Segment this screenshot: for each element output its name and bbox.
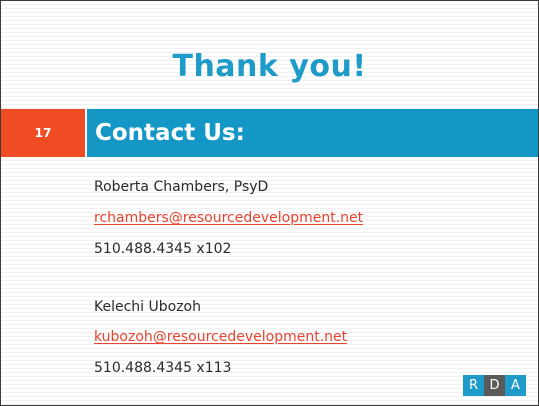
slide-title: Thank you! — [172, 49, 367, 84]
section-header-bar: Contact Us: — [87, 109, 538, 157]
logo-letter-d: D — [484, 375, 505, 396]
logo-letter-a: A — [505, 375, 526, 396]
contact-name-2: Kelechi Ubozoh — [94, 299, 201, 315]
section-header: Contact Us: — [95, 120, 245, 146]
contact-email-link-2[interactable]: kubozoh@resourcedevelopment.net — [94, 329, 347, 345]
slide-number-box: 17 — [1, 109, 85, 157]
contact-phone-1: 510.488.4345 x102 — [94, 241, 232, 257]
contact-email-link-1[interactable]: rchambers@resourcedevelopment.net — [94, 210, 363, 226]
logo-letter-r: R — [463, 375, 484, 396]
contact-phone-2: 510.488.4345 x113 — [94, 360, 232, 376]
slide: Thank you! 17 Contact Us: Roberta Chambe… — [0, 0, 539, 406]
contact-name-1: Roberta Chambers, PsyD — [94, 179, 269, 195]
slide-number: 17 — [34, 126, 52, 140]
rda-logo: R D A — [463, 375, 526, 396]
